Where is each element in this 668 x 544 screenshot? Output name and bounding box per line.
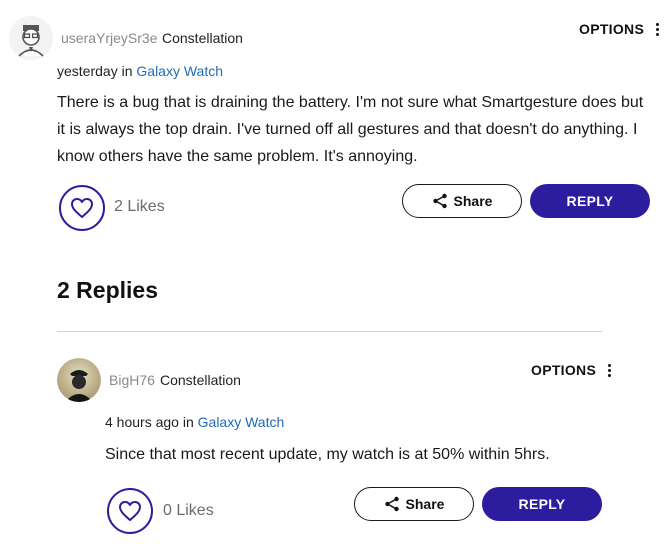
replies-divider <box>57 331 602 332</box>
reply-in-word: in <box>182 414 194 430</box>
replies-heading: 2 Replies <box>57 277 158 303</box>
heart-icon <box>71 198 93 218</box>
reply-reply-button[interactable]: REPLY <box>482 487 602 521</box>
share-icon <box>384 496 399 512</box>
post-meta: yesterday in Galaxy Watch <box>57 63 223 79</box>
post-rank: Constellation <box>162 30 243 46</box>
post-likes-count[interactable]: 2 Likes <box>114 198 165 216</box>
reply-share-button[interactable]: Share <box>354 487 474 521</box>
heart-icon <box>119 501 141 521</box>
post-username[interactable]: useraYrjeySr3e <box>61 30 158 46</box>
reply-likes-count[interactable]: 0 Likes <box>163 502 214 520</box>
post-time: yesterday <box>57 63 118 79</box>
reply-location-link[interactable]: Galaxy Watch <box>198 414 285 430</box>
reply-body: Since that most recent update, my watch … <box>105 446 550 463</box>
post-like-button[interactable] <box>59 185 105 231</box>
reply-options-button[interactable]: OPTIONS <box>531 362 612 378</box>
reply-username[interactable]: BigH76 <box>109 372 155 388</box>
post-share-button[interactable]: Share <box>402 184 522 218</box>
post-reply-label: REPLY <box>566 193 614 209</box>
reply-meta: 4 hours ago in Galaxy Watch <box>105 414 284 430</box>
post-options-label: OPTIONS <box>579 21 645 37</box>
reply-options-label: OPTIONS <box>531 362 597 378</box>
post-body-line: There is a bug that is draining the batt… <box>57 94 644 111</box>
reply-time: 4 hours ago <box>105 414 179 430</box>
post-body-line: know others have the same problem. It's … <box>57 148 418 165</box>
post-location-link[interactable]: Galaxy Watch <box>136 63 223 79</box>
post-reply-button[interactable]: REPLY <box>530 184 650 218</box>
post-in-word: in <box>121 63 133 79</box>
post-body: There is a bug that is draining the batt… <box>57 89 657 170</box>
post-body-line: it is always the top drain. I've turned … <box>57 121 638 138</box>
vertical-dots-icon <box>656 22 660 36</box>
post-share-label: Share <box>453 193 493 209</box>
reply-share-label: Share <box>405 496 445 512</box>
reply-reply-label: REPLY <box>518 496 566 512</box>
reply-like-button[interactable] <box>107 488 153 534</box>
reply-rank: Constellation <box>160 372 241 388</box>
reply-author-avatar[interactable] <box>57 358 101 402</box>
post-author-avatar[interactable] <box>9 16 53 60</box>
post-options-button[interactable]: OPTIONS <box>579 21 660 37</box>
vertical-dots-icon <box>608 363 612 377</box>
share-icon <box>432 193 447 209</box>
